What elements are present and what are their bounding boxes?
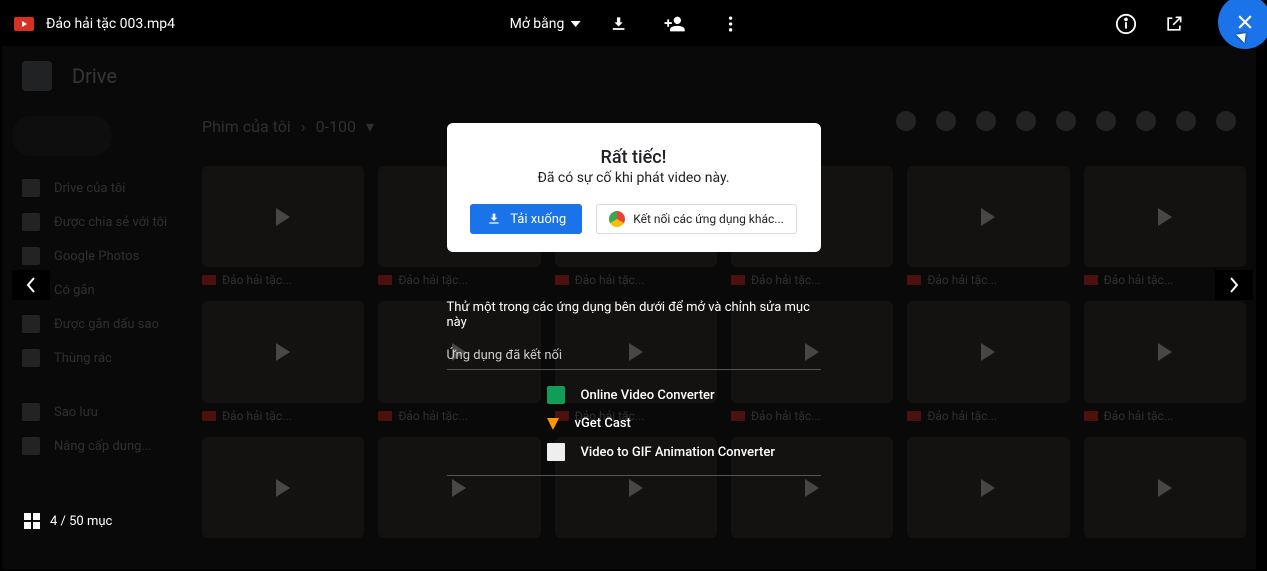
- error-modal: Rất tiếc! Đã có sự cố khi phát video này…: [447, 123, 821, 252]
- app-item-gif-converter[interactable]: Video to GIF Animation Converter: [447, 437, 821, 467]
- connect-apps-button[interactable]: Kết nối các ứng dụng khác...: [596, 204, 797, 234]
- gif-icon: [547, 443, 565, 461]
- apps-heading: Thử một trong các ứng dụng bên dưới để m…: [447, 300, 821, 338]
- prev-arrow[interactable]: [12, 270, 50, 300]
- preview-header: Đảo hải tặc 003.mp4 Mở bằng: [2, 2, 1256, 46]
- file-type-icon: [14, 17, 34, 31]
- info-icon[interactable]: [1108, 6, 1144, 42]
- open-with-dropdown[interactable]: Mở bằng: [510, 16, 581, 32]
- grid-view-icon[interactable]: [24, 513, 40, 529]
- drive-logo: [22, 61, 52, 91]
- next-arrow[interactable]: [1215, 270, 1253, 300]
- more-actions-icon[interactable]: [712, 6, 748, 42]
- file-name: Đảo hải tặc 003.mp4: [46, 16, 175, 32]
- converter-icon: [547, 386, 565, 404]
- pop-out-icon[interactable]: [1156, 6, 1192, 42]
- modal-subtitle: Đã có sự cố khi phát video này.: [467, 170, 801, 186]
- new-button: [12, 116, 112, 156]
- drive-app-name: Drive: [72, 64, 117, 88]
- app-item-online-video-converter[interactable]: Online Video Converter: [447, 380, 821, 410]
- modal-title: Rất tiếc!: [467, 147, 801, 168]
- download-icon[interactable]: [600, 6, 636, 42]
- app-item-vget-cast[interactable]: vGet Cast: [447, 410, 821, 437]
- apps-section: Thử một trong các ứng dụng bên dưới để m…: [447, 300, 821, 476]
- download-button[interactable]: Tải xuống: [470, 204, 582, 234]
- item-counter: 4 / 50 mục: [24, 513, 112, 529]
- vget-icon: [547, 418, 559, 430]
- add-people-icon[interactable]: [656, 6, 692, 42]
- chrome-icon: [609, 211, 625, 227]
- apps-connected-label: Ứng dụng đã kết nối: [447, 348, 821, 370]
